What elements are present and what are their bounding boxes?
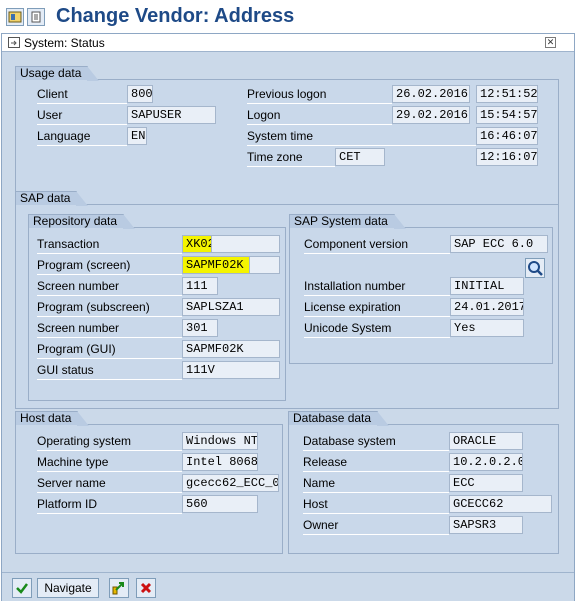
continue-button[interactable] (12, 578, 32, 598)
page-title: Change Vendor: Address (56, 5, 295, 27)
sap-system-data-group: SAP System data Component version SAP EC… (289, 214, 553, 364)
program-screen-field[interactable]: SAPMF02K (182, 256, 250, 274)
sap-system-data-title: SAP System data (289, 214, 406, 229)
component-info-button[interactable] (525, 258, 545, 278)
release-label: Release (303, 455, 449, 472)
installation-number-field[interactable]: INITIAL (450, 277, 524, 295)
screen-number-field[interactable]: 111 (182, 277, 218, 295)
transaction-field[interactable]: XK02 (182, 235, 212, 253)
subscreen-number-label: Screen number (37, 321, 182, 338)
sap-data-group: SAP data Repository data Transaction XK0… (15, 191, 559, 409)
previous-logon-time-field[interactable]: 12:51:52 (476, 85, 538, 103)
operating-system-field[interactable]: Windows NT (182, 432, 258, 450)
dialog-header: System: Status ✕ (2, 34, 574, 52)
system-time-label: System time (247, 129, 476, 146)
dialog-title: System: Status (24, 36, 105, 50)
database-data-title: Database data (288, 411, 390, 426)
host-label: Host (303, 497, 449, 514)
client-label: Client (37, 87, 127, 104)
machine-type-label: Machine type (37, 455, 182, 472)
database-data-group: Database data Database system ORACLE Rel… (288, 411, 559, 554)
server-name-label: Server name (37, 476, 182, 493)
language-label: Language (37, 129, 127, 146)
time-zone-time-field[interactable]: 12:16:07 (476, 148, 538, 166)
cancel-icon (140, 582, 152, 594)
usage-data-group: Usage data Client 800 User SAPUSER Langu… (15, 66, 559, 209)
transaction-field-rest[interactable] (212, 235, 280, 253)
component-version-field[interactable]: SAP ECC 6.0 (450, 235, 548, 253)
unicode-system-label: Unicode System (304, 321, 450, 338)
database-system-label: Database system (303, 434, 449, 451)
client-field[interactable]: 800 (127, 85, 153, 103)
previous-logon-label: Previous logon (247, 87, 392, 104)
previous-logon-date-field[interactable]: 26.02.2016 (392, 85, 470, 103)
usage-data-title: Usage data (15, 66, 100, 81)
gui-status-field[interactable]: 111V (182, 361, 280, 379)
system-time-field[interactable]: 16:46:07 (476, 127, 538, 145)
database-system-field[interactable]: ORACLE (449, 432, 523, 450)
menu-icon (31, 11, 41, 23)
checkmark-icon (16, 583, 28, 594)
repository-data-group: Repository data Transaction XK02 Program… (28, 214, 286, 401)
arrow-forward-icon (112, 582, 124, 595)
program-gui-label: Program (GUI) (37, 342, 182, 359)
name-field[interactable]: ECC (449, 474, 523, 492)
release-field[interactable]: 10.2.0.2.0 (449, 453, 523, 471)
program-subscreen-field[interactable]: SAPLSZA1 (182, 298, 280, 316)
repository-data-title: Repository data (28, 214, 136, 229)
program-subscreen-label: Program (subscreen) (37, 300, 182, 317)
forward-button[interactable] (109, 578, 129, 598)
customize-layout-button[interactable] (6, 8, 24, 26)
owner-field[interactable]: SAPSR3 (449, 516, 523, 534)
transaction-label: Transaction (37, 237, 182, 254)
logon-label: Logon (247, 108, 392, 125)
platform-id-field[interactable]: 560 (182, 495, 258, 513)
owner-label: Owner (303, 518, 449, 535)
program-gui-field[interactable]: SAPMF02K (182, 340, 280, 358)
dialog-toolbar: Navigate (2, 572, 574, 601)
machine-type-field[interactable]: Intel 8068 (182, 453, 258, 471)
user-label: User (37, 108, 127, 125)
title-bar: Change Vendor: Address (0, 0, 577, 33)
logon-date-field[interactable]: 29.02.2016 (392, 106, 470, 124)
language-field[interactable]: EN (127, 127, 147, 145)
server-name-field[interactable]: gcecc62_ECC_00 (182, 474, 279, 492)
license-expiration-field[interactable]: 24.01.2017 (450, 298, 524, 316)
system-status-dialog: System: Status ✕ Usage data Client 800 U… (1, 33, 575, 601)
close-icon: ✕ (546, 37, 555, 47)
menu-button[interactable] (27, 8, 45, 26)
gui-status-label: GUI status (37, 363, 182, 380)
host-field[interactable]: GCECC62 (449, 495, 552, 513)
window-icon (8, 37, 20, 48)
host-data-group: Host data Operating system Windows NT Ma… (15, 411, 283, 554)
unicode-system-field[interactable]: Yes (450, 319, 524, 337)
time-zone-field[interactable]: CET (335, 148, 385, 166)
layout-icon (8, 11, 22, 23)
magnifier-icon (528, 261, 543, 276)
name-label: Name (303, 476, 449, 493)
operating-system-label: Operating system (37, 434, 182, 451)
component-version-label: Component version (304, 237, 450, 254)
subscreen-number-field[interactable]: 301 (182, 319, 218, 337)
time-zone-label: Time zone (247, 150, 335, 167)
close-button[interactable]: ✕ (545, 37, 556, 48)
program-screen-label: Program (screen) (37, 258, 182, 275)
navigate-button[interactable]: Navigate (37, 578, 99, 598)
screen-number-label: Screen number (37, 279, 182, 296)
host-data-title: Host data (15, 411, 90, 426)
logon-time-field[interactable]: 15:54:57 (476, 106, 538, 124)
sap-data-title: SAP data (15, 191, 90, 206)
user-field[interactable]: SAPUSER (127, 106, 216, 124)
program-screen-field-rest[interactable] (250, 256, 280, 274)
installation-number-label: Installation number (304, 279, 450, 296)
platform-id-label: Platform ID (37, 497, 182, 514)
cancel-button[interactable] (136, 578, 156, 598)
license-expiration-label: License expiration (304, 300, 450, 317)
